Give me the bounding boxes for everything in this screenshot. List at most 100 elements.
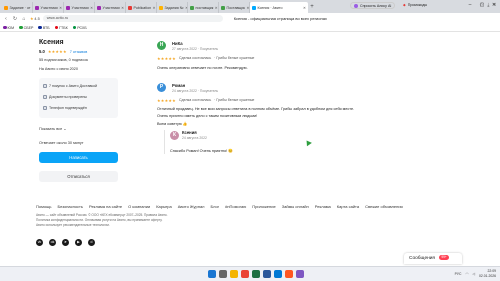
new-tab-icon[interactable]: + (308, 2, 316, 13)
lang-indicator[interactable]: РУС (455, 272, 462, 276)
show-all-link[interactable]: Показать все ⌄ (39, 126, 66, 131)
footer-link[interactable]: Блог (211, 204, 220, 209)
reviewer-name[interactable]: Роман (172, 83, 185, 88)
unsubscribe-button[interactable]: Отписаться (39, 171, 118, 182)
social-tg-icon[interactable]: ➤ (62, 239, 69, 246)
reviewer-name[interactable]: НиКа (172, 41, 183, 46)
write-message-button[interactable]: Написать (39, 152, 118, 163)
bookmark-favicon-icon (19, 25, 23, 30)
footer-link[interactable]: Авито Журнал (178, 204, 205, 209)
browser-tab[interactable]: Участники ✕ (95, 2, 126, 13)
browser-tab[interactable]: Поставщик ✕ (219, 2, 250, 13)
tab-favicon-icon (128, 5, 132, 10)
download-icon[interactable]: ⤓ (487, 2, 489, 8)
reply-author: Ксения (182, 130, 197, 135)
volume-icon[interactable]: ◁ (472, 272, 475, 276)
browser-icon[interactable] (241, 270, 249, 278)
rating-stars: ★★★★★ (47, 49, 67, 54)
seller-badges: 7 покупок с Авито Доставкой Документы пр… (39, 78, 118, 118)
footer-link[interactable]: Свежие объявления (365, 204, 403, 209)
social-vk-icon[interactable]: vk (36, 239, 43, 246)
tab-label: Задание · от (9, 5, 31, 10)
social-yt-icon[interactable]: ▶ (75, 239, 82, 246)
footer-link[interactable]: О компании (128, 204, 150, 209)
social-d-icon[interactable]: d (88, 239, 95, 246)
social-ok-icon[interactable]: ok (49, 239, 56, 246)
avatar[interactable]: Н (157, 41, 166, 50)
tab-favicon-icon (190, 5, 194, 10)
yandex-icon[interactable] (285, 270, 293, 278)
tab-close-icon[interactable]: ✕ (59, 6, 62, 10)
promo-icon: ◆ (403, 3, 406, 7)
footer-link[interactable]: Помощь (36, 204, 51, 209)
tab-close-icon[interactable]: ✕ (246, 6, 249, 10)
reload-icon[interactable]: ↻ (12, 16, 18, 22)
deal-status: Сделка состоялась (178, 56, 212, 60)
tab-close-icon[interactable]: ✕ (303, 6, 306, 10)
home-icon[interactable]: ⌂ (21, 16, 27, 22)
tab-label: Publication (133, 5, 152, 10)
app-icon[interactable] (296, 270, 304, 278)
mail-icon[interactable] (274, 270, 282, 278)
review-text-line-2: Очень приятно иметь дело с таким позитив… (157, 114, 258, 118)
browser-tab-active[interactable]: Ксения · Авито ✕ (250, 2, 308, 13)
system-tray: РУС ◠ ◁ 22:09 02.01.2026 (455, 269, 496, 278)
messages-widget[interactable]: Сообщения 99+ (404, 253, 462, 264)
ask-alice-button[interactable]: Спросить Алису AI (350, 2, 396, 9)
footer-link[interactable]: Реклама на сайте (89, 204, 122, 209)
bookmark-item[interactable]: РСХБ (72, 25, 87, 30)
footer-link[interactable]: Займы онлайн (282, 204, 309, 209)
tab-label: Участники (102, 5, 120, 10)
bookmarks-bar: ЮМ СБЕР ВТБ ГТБК РСХБ (0, 24, 500, 32)
word-icon[interactable] (263, 270, 271, 278)
footer-link[interactable]: #пПомогаю (225, 204, 246, 209)
browser-tab[interactable]: Задания № ✕ (157, 2, 188, 13)
minimize-icon[interactable]: – (464, 0, 476, 10)
browser-tab[interactable]: Участники ✕ (33, 2, 64, 13)
back-icon[interactable]: ‹ (3, 16, 9, 22)
clock[interactable]: 22:09 02.01.2026 (479, 269, 496, 278)
reviews-count-link[interactable]: 7 отзывов (70, 50, 88, 54)
tab-close-icon[interactable]: ✕ (121, 6, 124, 10)
tab-favicon-icon (159, 5, 163, 10)
search-icon[interactable] (219, 270, 227, 278)
footer-link[interactable]: Карта сайта (337, 204, 359, 209)
explorer-icon[interactable] (230, 270, 238, 278)
browser-tab[interactable]: Участники ✕ (64, 2, 95, 13)
star-icon: ★ (30, 17, 34, 21)
promo-codes-button[interactable]: ◆ Промокоды (403, 2, 427, 9)
site-rating[interactable]: ★ 4.5 (30, 16, 40, 22)
menu-icon[interactable]: ≡ (493, 2, 496, 8)
review-stars: ★★★★★ (157, 56, 176, 61)
footer-link[interactable]: Приложение (252, 204, 275, 209)
start-icon[interactable] (208, 270, 216, 278)
bookmark-favicon-icon (3, 25, 7, 30)
bookmark-item[interactable]: ВТБ (38, 26, 50, 30)
tab-close-icon[interactable]: ✕ (153, 6, 156, 10)
bookmark-item[interactable]: СБЕР (19, 26, 33, 30)
tab-close-icon[interactable]: ✕ (90, 6, 93, 10)
avatar[interactable]: Р (157, 83, 166, 92)
tab-close-icon[interactable]: ✕ (215, 6, 218, 10)
wifi-icon[interactable]: ◠ (465, 272, 468, 276)
box-icon (43, 84, 47, 88)
footer-link[interactable]: Безопасность (57, 204, 83, 209)
footer-links: Помощь Безопасность Реклама на сайте О комп… (36, 204, 403, 209)
tab-label: Участники (40, 5, 58, 10)
page-title-text: Ксения - официальная страница во всех ре… (233, 16, 327, 21)
badge-delivery: 7 покупок с Авито Доставкой (43, 84, 97, 88)
bookmark-favicon-icon (72, 25, 77, 30)
excel-icon[interactable] (252, 270, 260, 278)
browser-tab[interactable]: поставщик ✕ (188, 2, 219, 13)
bookmark-item[interactable]: ГТБК (54, 26, 68, 30)
browser-tab[interactable]: Задание · от✕ (2, 2, 33, 13)
browser-tab[interactable]: Publication ✕ (126, 2, 157, 13)
footer-link[interactable]: Реклама (315, 204, 331, 209)
social-links: vk ok ➤ ▶ d (36, 239, 95, 246)
subscribers-text[interactable]: 55 подписчиков, 0 подписок (39, 58, 88, 62)
seller-avatar[interactable]: К (170, 131, 179, 140)
bookmark-item[interactable]: ЮМ (3, 26, 14, 30)
footer-link[interactable]: Карьера (156, 204, 172, 209)
bookmark-icon[interactable]: ☆ (479, 2, 483, 8)
url-field[interactable]: www.avito.ru (42, 15, 223, 22)
